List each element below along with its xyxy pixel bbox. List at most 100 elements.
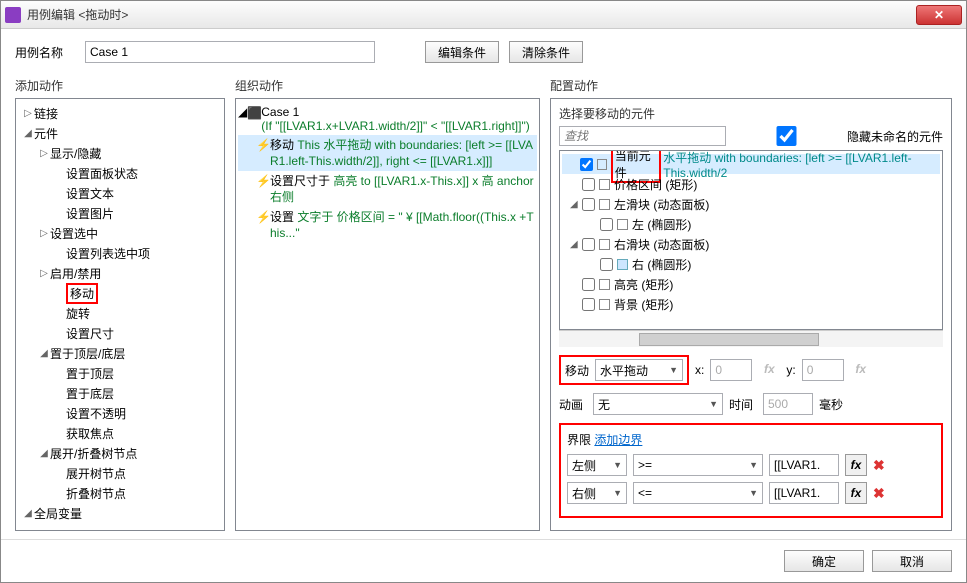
delete-bound-button[interactable]: ✖ xyxy=(873,457,885,474)
widget-checkbox[interactable] xyxy=(582,178,595,191)
bound-op-select[interactable]: <=▼ xyxy=(633,482,763,504)
bound-value-input[interactable] xyxy=(769,454,839,476)
y-input[interactable] xyxy=(802,359,844,381)
cancel-button[interactable]: 取消 xyxy=(872,550,952,572)
bound-row: 左侧▼ >=▼ fx ✖ xyxy=(567,454,935,476)
columns: 添加动作 ▷链接◢元件▷显示/隐藏设置面板状态设置文本设置图片▷设置选中设置列表… xyxy=(15,77,952,531)
shape-icon xyxy=(599,239,610,250)
titlebar: 用例编辑 <拖动时> ✕ xyxy=(1,1,966,29)
move-config-highlight: 移动 水平拖动▼ xyxy=(559,355,689,385)
widget-tree[interactable]: 当前元件水平拖动 with boundaries: [left >= [[LVA… xyxy=(559,150,943,330)
widget-row[interactable]: 右 (椭圆形) xyxy=(562,254,940,274)
bolt-icon: ⚡ xyxy=(256,174,270,188)
move-type-select[interactable]: 水平拖动▼ xyxy=(595,359,683,381)
case-row[interactable]: ◢ ⬛ Case 1 (If "[[LVAR1.x+LVAR1.width/2]… xyxy=(238,103,537,135)
tree-item[interactable]: ◢元件 xyxy=(18,123,222,143)
widget-checkbox[interactable] xyxy=(582,298,595,311)
fx-y[interactable]: fx xyxy=(850,359,872,381)
bound-side-select[interactable]: 左侧▼ xyxy=(567,454,627,476)
tree-item[interactable]: 置于底层 xyxy=(18,383,222,403)
action-row[interactable]: ⚡设置尺寸于 高亮 to [[LVAR1.x-This.x]] x 高 anch… xyxy=(238,171,537,207)
widget-checkbox[interactable] xyxy=(582,238,595,251)
case-name-row: 用例名称 编辑条件 清除条件 xyxy=(15,41,952,63)
widget-label: 右 (椭圆形) xyxy=(632,256,691,273)
bounds-box: 界限 添加边界 左侧▼>=▼fx✖右侧▼<=▼fx✖ xyxy=(559,423,943,518)
bound-side-select[interactable]: 右侧▼ xyxy=(567,482,627,504)
window-title: 用例编辑 <拖动时> xyxy=(27,6,916,23)
scroll-thumb[interactable] xyxy=(639,333,819,346)
hscrollbar[interactable] xyxy=(559,330,943,347)
widget-label: 右滑块 (动态面板) xyxy=(614,236,709,253)
tree-item[interactable]: 设置文本 xyxy=(18,183,222,203)
tree-item[interactable]: 设置尺寸 xyxy=(18,323,222,343)
shape-icon xyxy=(599,179,610,190)
tree-item[interactable]: ▷显示/隐藏 xyxy=(18,143,222,163)
tree-item[interactable]: ▷设置选中 xyxy=(18,223,222,243)
widget-checkbox[interactable] xyxy=(582,278,595,291)
fx-x[interactable]: fx xyxy=(758,359,780,381)
action-row[interactable]: ⚡设置 文字于 价格区间 = " ¥ [[Math.floor((This.x … xyxy=(238,207,537,243)
bolt-icon: ⚡ xyxy=(256,138,270,152)
action-tree[interactable]: ▷链接◢元件▷显示/隐藏设置面板状态设置文本设置图片▷设置选中设置列表选中项▷启… xyxy=(15,98,225,531)
tree-item[interactable]: 折叠树节点 xyxy=(18,483,222,503)
hide-unnamed-checkbox[interactable] xyxy=(732,126,841,146)
widget-row[interactable]: 背景 (矩形) xyxy=(562,294,940,314)
tree-item[interactable]: 设置图片 xyxy=(18,203,222,223)
search-input[interactable] xyxy=(559,126,726,146)
select-widget-title: 选择要移动的元件 xyxy=(559,105,943,122)
delete-bound-button[interactable]: ✖ xyxy=(873,485,885,502)
case-name-input[interactable] xyxy=(85,41,375,63)
tree-item[interactable]: ◢全局变量 xyxy=(18,503,222,523)
tree-item[interactable]: 获取焦点 xyxy=(18,423,222,443)
clear-condition-button[interactable]: 清除条件 xyxy=(509,41,583,63)
app-icon xyxy=(5,7,21,23)
shape-icon xyxy=(617,219,628,230)
shape-icon xyxy=(599,299,610,310)
widget-label: 高亮 (矩形) xyxy=(614,276,673,293)
fx-button[interactable]: fx xyxy=(845,482,867,504)
widget-checkbox[interactable] xyxy=(582,198,595,211)
tree-item[interactable]: 设置列表选中项 xyxy=(18,243,222,263)
y-label: y: xyxy=(786,363,795,377)
widget-row[interactable]: 高亮 (矩形) xyxy=(562,274,940,294)
bound-op-select[interactable]: >=▼ xyxy=(633,454,763,476)
ok-button[interactable]: 确定 xyxy=(784,550,864,572)
bound-value-input[interactable] xyxy=(769,482,839,504)
tree-item[interactable]: ▷链接 xyxy=(18,103,222,123)
close-button[interactable]: ✕ xyxy=(916,5,962,25)
widget-row[interactable]: 当前元件水平拖动 with boundaries: [left >= [[LVA… xyxy=(562,154,940,174)
col-head-right: 配置动作 xyxy=(550,77,952,94)
tree-item[interactable]: ◢展开/折叠树节点 xyxy=(18,443,222,463)
widget-checkbox[interactable] xyxy=(600,218,613,231)
widget-checkbox[interactable] xyxy=(600,258,613,271)
case-name-label: 用例名称 xyxy=(15,44,75,61)
tree-item[interactable]: 置于顶层 xyxy=(18,363,222,383)
tree-item[interactable]: ▷启用/禁用 xyxy=(18,263,222,283)
body: 用例名称 编辑条件 清除条件 添加动作 ▷链接◢元件▷显示/隐藏设置面板状态设置… xyxy=(1,29,966,539)
case-cond: (If "[[LVAR1.x+LVAR1.width/2]]" < "[[LVA… xyxy=(261,119,529,133)
widget-label: 价格区间 (矩形) xyxy=(614,176,697,193)
dur-unit: 毫秒 xyxy=(819,396,843,413)
x-input[interactable] xyxy=(710,359,752,381)
edit-condition-button[interactable]: 编辑条件 xyxy=(425,41,499,63)
shape-icon xyxy=(597,159,607,170)
tree-item[interactable]: 展开树节点 xyxy=(18,463,222,483)
tree-item[interactable]: 旋转 xyxy=(18,303,222,323)
widget-row[interactable]: ◢左滑块 (动态面板) xyxy=(562,194,940,214)
dur-input[interactable] xyxy=(763,393,813,415)
action-row[interactable]: ⚡移动 This 水平拖动 with boundaries: [left >= … xyxy=(238,135,537,171)
dur-label: 时间 xyxy=(729,396,757,413)
tree-item[interactable]: 移动 xyxy=(18,283,222,303)
add-bound-link[interactable]: 添加边界 xyxy=(594,433,642,447)
organize-panel[interactable]: ◢ ⬛ Case 1 (If "[[LVAR1.x+LVAR1.width/2]… xyxy=(235,98,540,531)
widget-row[interactable]: ◢右滑块 (动态面板) xyxy=(562,234,940,254)
fx-button[interactable]: fx xyxy=(845,454,867,476)
bolt-icon: ⚡ xyxy=(256,210,270,224)
tree-item[interactable]: 设置不透明 xyxy=(18,403,222,423)
shape-icon xyxy=(599,279,610,290)
tree-item[interactable]: 设置面板状态 xyxy=(18,163,222,183)
widget-checkbox[interactable] xyxy=(580,158,593,171)
widget-row[interactable]: 左 (椭圆形) xyxy=(562,214,940,234)
anim-select[interactable]: 无▼ xyxy=(593,393,723,415)
tree-item[interactable]: ◢置于顶层/底层 xyxy=(18,343,222,363)
